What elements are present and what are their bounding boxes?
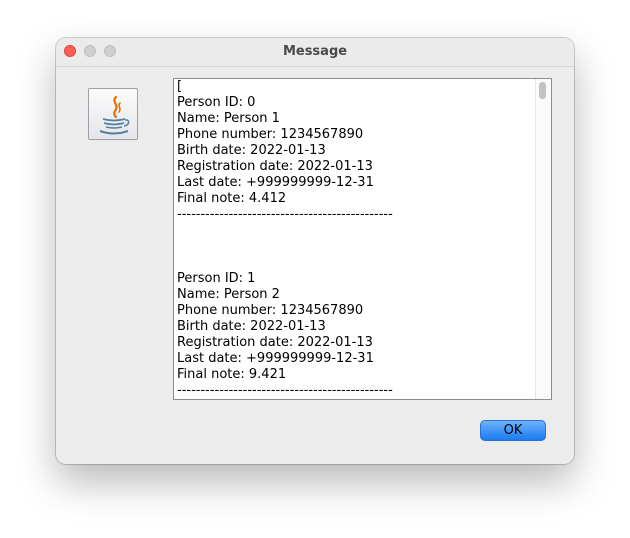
message-text-area[interactable]: [ Person ID: 0 Name: Person 1 Phone numb… xyxy=(173,78,552,400)
java-coffee-cup-icon xyxy=(88,88,138,140)
window-title: Message xyxy=(282,44,348,59)
ok-button[interactable]: OK xyxy=(480,420,546,441)
scrollbar-thumb[interactable] xyxy=(539,82,546,99)
title-bar[interactable]: Message xyxy=(56,38,574,67)
message-dialog: Message [ Person ID: 0 Name: Person 1 Ph… xyxy=(56,38,574,464)
vertical-scrollbar[interactable] xyxy=(535,79,551,399)
message-text[interactable]: [ Person ID: 0 Name: Person 1 Phone numb… xyxy=(177,79,532,399)
